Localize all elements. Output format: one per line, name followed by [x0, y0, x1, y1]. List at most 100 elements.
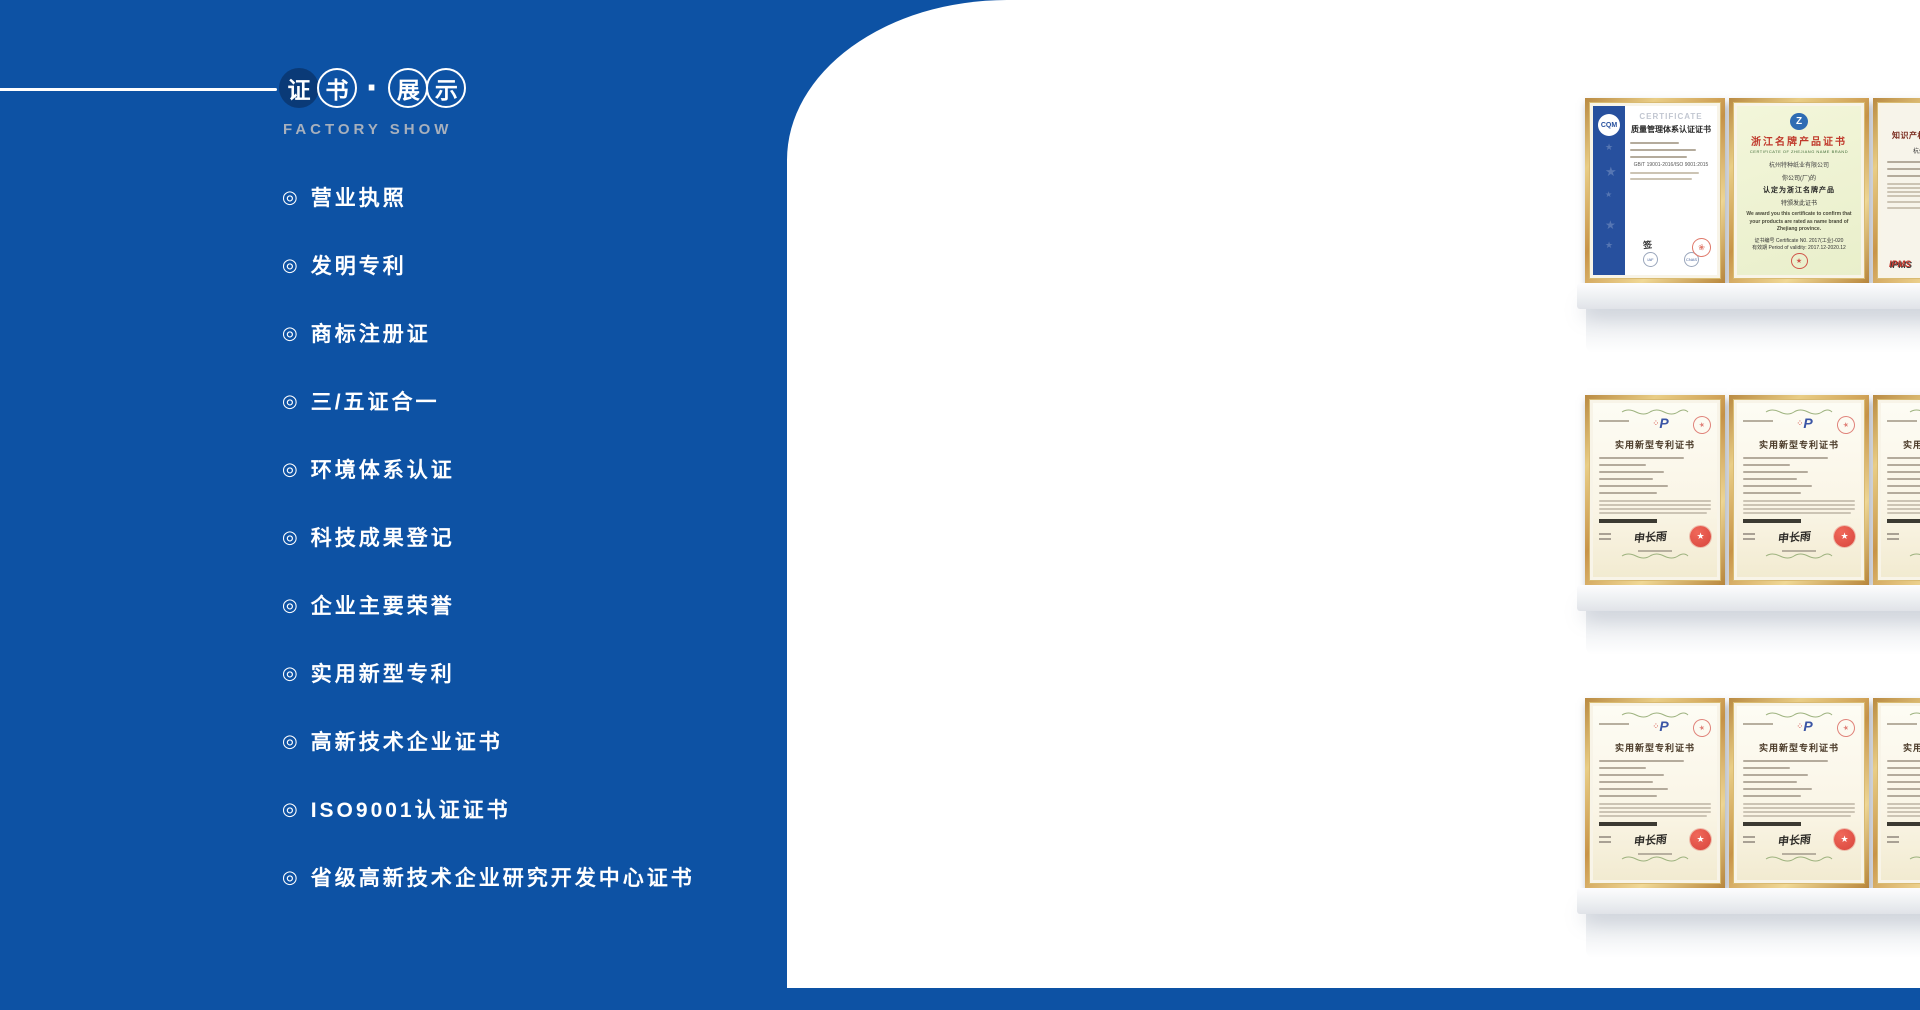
- text-line-placeholder: [1887, 492, 1920, 494]
- text-line-placeholder: [1887, 485, 1920, 487]
- text-line-placeholder: [1743, 807, 1855, 809]
- ornament-border-icon: [1599, 855, 1711, 862]
- title-char-circle: 展: [388, 68, 428, 108]
- text-line-placeholder: [1599, 811, 1711, 813]
- certificate-category-item: ◎省级高新技术企业研究开发中心证书: [282, 864, 695, 890]
- text-line-placeholder: [1743, 500, 1855, 502]
- patent-office-logo-icon: ⁘P: [1653, 719, 1668, 733]
- certificate-frame[interactable]: ZG知识产权管理体系认证证书杭州特种纸业有限公司IPMS★印: [1873, 98, 1920, 283]
- text-line-placeholder: [1599, 471, 1664, 473]
- certificate-frame[interactable]: ⁘P★实用新型专利证书申长雨★: [1585, 698, 1725, 888]
- text-line-placeholder: [1599, 508, 1711, 510]
- text-line-placeholder: [1743, 508, 1855, 510]
- certificate-number-placeholder: [1743, 420, 1773, 422]
- certificate-category-label: 科技成果登记: [311, 522, 455, 552]
- ornament-border-icon: [1887, 408, 1920, 415]
- certificate-category-item: ◎企业主要荣誉: [282, 592, 695, 618]
- director-signature: 申长雨: [1777, 527, 1812, 545]
- director-label-placeholder: [1887, 530, 1899, 543]
- bullseye-bullet-icon: ◎: [282, 800, 298, 818]
- bullseye-bullet-icon: ◎: [282, 460, 298, 478]
- shelf-2: [1577, 585, 1920, 611]
- certificate-frame[interactable]: ⁘P★实用新型专利证书申长雨★: [1585, 395, 1725, 585]
- barcode-placeholder: [1743, 519, 1801, 523]
- text-line-placeholder: [1887, 183, 1920, 185]
- patent-certificate-title: 实用新型专利证书: [1743, 438, 1855, 451]
- certificate-category-label: 企业主要荣誉: [311, 590, 455, 620]
- certificate-category-item: ◎高新技术企业证书: [282, 728, 695, 754]
- certificate-category-item: ◎ ISO9001认证证书: [282, 796, 695, 822]
- title-char: 展: [397, 71, 420, 105]
- text-line-placeholder: [1887, 774, 1920, 776]
- certificate-paper: ZG知识产权管理体系认证证书杭州特种纸业有限公司IPMS★印: [1881, 106, 1920, 275]
- text-line-placeholder: [1887, 191, 1920, 193]
- ornament-border-icon: [1743, 711, 1855, 718]
- certificate-number-placeholder: [1599, 723, 1629, 725]
- director-signature: 申长雨: [1777, 830, 1812, 848]
- certificate-category-label: ISO9001认证证书: [311, 794, 511, 824]
- certificate-paper: ⁘P★实用新型专利证书申长雨★: [1881, 403, 1920, 577]
- text-line-placeholder: [1743, 492, 1801, 494]
- star-icon: ★: [1605, 164, 1617, 180]
- certificate-text: 你公司(厂)的: [1782, 173, 1816, 182]
- certificate-subtitle-en: CERTIFICATE OF ZHEJIANG NAME BRAND: [1750, 149, 1848, 154]
- title-char: 证: [288, 71, 311, 105]
- director-signature: 申长雨: [1633, 527, 1668, 545]
- certificate-category-label: 营业执照: [311, 182, 407, 212]
- certificate-text-en: We award you this certificate to confirm…: [1745, 211, 1853, 234]
- text-line-placeholder: [1743, 811, 1855, 813]
- text-line-placeholder: [1743, 478, 1797, 480]
- certificate-frame[interactable]: ⁘P★实用新型专利证书申长雨★: [1873, 698, 1920, 888]
- text-line-placeholder: [1599, 478, 1653, 480]
- bullseye-bullet-icon: ◎: [282, 392, 298, 410]
- company-name: 杭州特种纸业有限公司: [1887, 146, 1920, 155]
- star-icon: ★: [1605, 190, 1612, 199]
- text-line-placeholder: [1599, 807, 1711, 809]
- ipms-logo-icon: IPMS: [1889, 259, 1911, 269]
- certificate-number: 证书编号 Certificate N0. 2017(工业)-020: [1755, 237, 1844, 244]
- text-line-placeholder: [1599, 457, 1684, 459]
- cqm-logo-icon: CQM: [1598, 114, 1620, 136]
- certificate-title: 知识产权管理体系认证证书: [1887, 130, 1920, 141]
- text-line-placeholder: [1743, 471, 1808, 473]
- certificate-category-item: ◎ 发明专利: [282, 252, 695, 278]
- shelf-3: [1577, 888, 1920, 914]
- certificate-frame[interactable]: ⁘P★实用新型专利证书申长雨★: [1873, 395, 1920, 585]
- certificate-number-placeholder: [1887, 420, 1917, 422]
- certificate-frame[interactable]: CQM★★★★★CERTIFICATE质量管理体系认证证书GB/T 19001-…: [1585, 98, 1725, 283]
- certificate-category-item: ◎三/五证合一: [282, 388, 695, 414]
- certificate-showcase-page: { "colors":{"background":"#0d52a4","pane…: [0, 0, 1920, 1010]
- bullseye-bullet-icon: ◎: [282, 528, 298, 546]
- certificate-category-item: ◎环境体系认证: [282, 456, 695, 482]
- certificate-paper: ⁘P★实用新型专利证书申长雨★: [1737, 706, 1861, 880]
- certificate-category-list: ◎营业执照◎发明专利◎商标注册证◎三/五证合一◎环境体系认证◎科技成果登记◎企业…: [282, 184, 695, 932]
- text-line-placeholder: [1887, 201, 1920, 203]
- ornament-border-icon: [1743, 855, 1855, 862]
- patent-certificate-title: 实用新型专利证书: [1743, 741, 1855, 754]
- national-emblem-seal-icon: ★: [1834, 526, 1855, 547]
- certificate-frame[interactable]: Z浙江名牌产品证书CERTIFICATE OF ZHEJIANG NAME BR…: [1729, 98, 1869, 283]
- certificate-category-label: 发明专利: [311, 250, 407, 280]
- patent-office-logo-icon: ⁘P: [1797, 719, 1812, 733]
- bullseye-bullet-icon: ◎: [282, 256, 298, 274]
- bullseye-bullet-icon: ◎: [282, 732, 298, 750]
- certificate-mat: CQM★★★★★CERTIFICATE质量管理体系认证证书GB/T 19001-…: [1589, 102, 1721, 279]
- text-line-placeholder: [1743, 760, 1828, 762]
- certificate-frame[interactable]: ⁘P★实用新型专利证书申长雨★: [1729, 395, 1869, 585]
- text-line-placeholder: [1630, 142, 1679, 144]
- certificate-mat: ⁘P★实用新型专利证书申长雨★: [1589, 702, 1721, 884]
- standard-code: GB/T 19001-2016/ISO 9001:2015: [1630, 162, 1712, 168]
- text-line-placeholder: [1743, 788, 1812, 790]
- red-seal-icon: ★: [1791, 253, 1808, 269]
- patent-certificate-title: 实用新型专利证书: [1887, 438, 1920, 451]
- certificate-paper: Z浙江名牌产品证书CERTIFICATE OF ZHEJIANG NAME BR…: [1737, 106, 1861, 275]
- certificate-mat: Z浙江名牌产品证书CERTIFICATE OF ZHEJIANG NAME BR…: [1733, 102, 1865, 279]
- star-icon: ★: [1605, 218, 1616, 232]
- certificate-text: 认定为浙江名牌产品: [1763, 185, 1835, 195]
- text-line-placeholder: [1599, 781, 1653, 783]
- text-line-placeholder: [1630, 172, 1699, 174]
- certificate-frame[interactable]: ⁘P★实用新型专利证书申长雨★: [1729, 698, 1869, 888]
- content-panel: CQM★★★★★CERTIFICATE质量管理体系认证证书GB/T 19001-…: [787, 0, 1920, 988]
- text-line-placeholder: [1887, 195, 1920, 197]
- text-line-placeholder: [1887, 168, 1920, 170]
